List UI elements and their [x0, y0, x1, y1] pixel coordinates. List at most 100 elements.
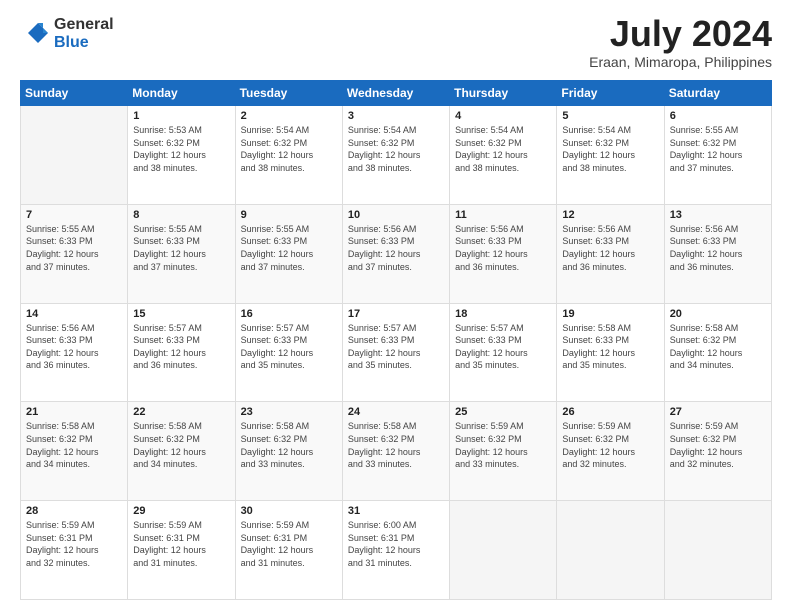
- calendar-cell: 27 Sunrise: 5:59 AM Sunset: 6:32 PM Dayli…: [664, 402, 771, 501]
- day-number: 24: [348, 406, 444, 418]
- calendar-cell: 13 Sunrise: 5:56 AM Sunset: 6:33 PM Dayli…: [664, 204, 771, 303]
- calendar-cell: 21 Sunrise: 5:58 AM Sunset: 6:32 PM Dayli…: [21, 402, 128, 501]
- calendar-cell: 15Sunrise: 5:57 AM Sunset: 6:33 PM Dayli…: [128, 303, 235, 402]
- header: General Blue July 2024 Eraan, Mimaropa, …: [20, 16, 772, 70]
- day-number: 12: [562, 209, 658, 221]
- logo-general: General: [54, 16, 114, 34]
- day-number: 6: [670, 110, 766, 122]
- calendar-header-monday: Monday: [128, 81, 235, 106]
- calendar-cell: 2 Sunrise: 5:54 AM Sunset: 6:32 PM Daylig…: [235, 106, 342, 205]
- day-number: 4: [455, 110, 551, 122]
- calendar-cell: 4Sunrise: 5:54 AM Sunset: 6:32 PM Daylig…: [450, 106, 557, 205]
- calendar-cell: 26 Sunrise: 5:59 AM Sunset: 6:32 PM Dayli…: [557, 402, 664, 501]
- calendar-cell: 5 Sunrise: 5:54 AM Sunset: 6:32 PM Daylig…: [557, 106, 664, 205]
- day-info: Sunrise: 6:00 AM Sunset: 6:31 PM Dayligh…: [348, 519, 444, 569]
- day-number: 13: [670, 209, 766, 221]
- calendar-cell: [664, 501, 771, 600]
- calendar-week-row: 21 Sunrise: 5:58 AM Sunset: 6:32 PM Dayli…: [21, 402, 772, 501]
- calendar-cell: 8 Sunrise: 5:55 AM Sunset: 6:33 PM Daylig…: [128, 204, 235, 303]
- day-number: 25: [455, 406, 551, 418]
- day-number: 27: [670, 406, 766, 418]
- day-info: Sunrise: 5:57 AM Sunset: 6:33 PM Dayligh…: [241, 322, 337, 372]
- day-info: Sunrise: 5:54 AM Sunset: 6:32 PM Dayligh…: [241, 124, 337, 174]
- day-number: 18: [455, 308, 551, 320]
- calendar-cell: 11Sunrise: 5:56 AM Sunset: 6:33 PM Dayli…: [450, 204, 557, 303]
- day-info: Sunrise: 5:58 AM Sunset: 6:33 PM Dayligh…: [562, 322, 658, 372]
- day-info: Sunrise: 5:56 AM Sunset: 6:33 PM Dayligh…: [348, 223, 444, 273]
- calendar-cell: [557, 501, 664, 600]
- logo: General Blue: [20, 16, 114, 51]
- calendar-cell: 19 Sunrise: 5:58 AM Sunset: 6:33 PM Dayli…: [557, 303, 664, 402]
- day-number: 26: [562, 406, 658, 418]
- calendar-cell: 31Sunrise: 6:00 AM Sunset: 6:31 PM Dayli…: [342, 501, 449, 600]
- calendar-cell: 7 Sunrise: 5:55 AM Sunset: 6:33 PM Daylig…: [21, 204, 128, 303]
- day-number: 5: [562, 110, 658, 122]
- title-location: Eraan, Mimaropa, Philippines: [589, 54, 772, 70]
- calendar-cell: 10 Sunrise: 5:56 AM Sunset: 6:33 PM Dayli…: [342, 204, 449, 303]
- day-info: Sunrise: 5:56 AM Sunset: 6:33 PM Dayligh…: [455, 223, 551, 273]
- day-number: 29: [133, 505, 229, 517]
- calendar-header-row: SundayMondayTuesdayWednesdayThursdayFrid…: [21, 81, 772, 106]
- calendar-cell: 20 Sunrise: 5:58 AM Sunset: 6:32 PM Dayli…: [664, 303, 771, 402]
- day-info: Sunrise: 5:55 AM Sunset: 6:33 PM Dayligh…: [241, 223, 337, 273]
- calendar-header-sunday: Sunday: [21, 81, 128, 106]
- calendar-week-row: 28 Sunrise: 5:59 AM Sunset: 6:31 PM Dayli…: [21, 501, 772, 600]
- day-info: Sunrise: 5:57 AM Sunset: 6:33 PM Dayligh…: [348, 322, 444, 372]
- day-info: Sunrise: 5:59 AM Sunset: 6:32 PM Dayligh…: [670, 420, 766, 470]
- calendar-cell: [450, 501, 557, 600]
- day-number: 16: [241, 308, 337, 320]
- calendar-cell: 3 Sunrise: 5:54 AM Sunset: 6:32 PM Daylig…: [342, 106, 449, 205]
- calendar-header-saturday: Saturday: [664, 81, 771, 106]
- calendar-cell: 29 Sunrise: 5:59 AM Sunset: 6:31 PM Dayli…: [128, 501, 235, 600]
- day-info: Sunrise: 5:55 AM Sunset: 6:33 PM Dayligh…: [26, 223, 122, 273]
- day-number: 14: [26, 308, 122, 320]
- day-number: 10: [348, 209, 444, 221]
- day-info: Sunrise: 5:55 AM Sunset: 6:32 PM Dayligh…: [670, 124, 766, 174]
- day-number: 28: [26, 505, 122, 517]
- day-info: Sunrise: 5:59 AM Sunset: 6:31 PM Dayligh…: [133, 519, 229, 569]
- calendar-header-thursday: Thursday: [450, 81, 557, 106]
- calendar-cell: 17Sunrise: 5:57 AM Sunset: 6:33 PM Dayli…: [342, 303, 449, 402]
- day-info: Sunrise: 5:55 AM Sunset: 6:33 PM Dayligh…: [133, 223, 229, 273]
- day-info: Sunrise: 5:56 AM Sunset: 6:33 PM Dayligh…: [562, 223, 658, 273]
- day-info: Sunrise: 5:59 AM Sunset: 6:32 PM Dayligh…: [455, 420, 551, 470]
- day-number: 7: [26, 209, 122, 221]
- day-info: Sunrise: 5:58 AM Sunset: 6:32 PM Dayligh…: [26, 420, 122, 470]
- calendar-cell: 14 Sunrise: 5:56 AM Sunset: 6:33 PM Dayli…: [21, 303, 128, 402]
- day-number: 23: [241, 406, 337, 418]
- day-number: 2: [241, 110, 337, 122]
- calendar-week-row: 14 Sunrise: 5:56 AM Sunset: 6:33 PM Dayli…: [21, 303, 772, 402]
- calendar-cell: 12 Sunrise: 5:56 AM Sunset: 6:33 PM Dayli…: [557, 204, 664, 303]
- day-number: 9: [241, 209, 337, 221]
- day-info: Sunrise: 5:56 AM Sunset: 6:33 PM Dayligh…: [670, 223, 766, 273]
- calendar-cell: 23Sunrise: 5:58 AM Sunset: 6:32 PM Dayli…: [235, 402, 342, 501]
- day-info: Sunrise: 5:54 AM Sunset: 6:32 PM Dayligh…: [348, 124, 444, 174]
- day-number: 1: [133, 110, 229, 122]
- day-info: Sunrise: 5:59 AM Sunset: 6:31 PM Dayligh…: [26, 519, 122, 569]
- day-info: Sunrise: 5:59 AM Sunset: 6:32 PM Dayligh…: [562, 420, 658, 470]
- day-number: 15: [133, 308, 229, 320]
- day-number: 30: [241, 505, 337, 517]
- day-info: Sunrise: 5:58 AM Sunset: 6:32 PM Dayligh…: [348, 420, 444, 470]
- calendar-cell: 30Sunrise: 5:59 AM Sunset: 6:31 PM Dayli…: [235, 501, 342, 600]
- day-info: Sunrise: 5:56 AM Sunset: 6:33 PM Dayligh…: [26, 322, 122, 372]
- day-info: Sunrise: 5:54 AM Sunset: 6:32 PM Dayligh…: [562, 124, 658, 174]
- calendar-table: SundayMondayTuesdayWednesdayThursdayFrid…: [20, 80, 772, 600]
- calendar-cell: 28 Sunrise: 5:59 AM Sunset: 6:31 PM Dayli…: [21, 501, 128, 600]
- calendar-header-friday: Friday: [557, 81, 664, 106]
- day-number: 8: [133, 209, 229, 221]
- day-number: 20: [670, 308, 766, 320]
- calendar-header-wednesday: Wednesday: [342, 81, 449, 106]
- day-number: 3: [348, 110, 444, 122]
- calendar-header-tuesday: Tuesday: [235, 81, 342, 106]
- day-number: 21: [26, 406, 122, 418]
- calendar-cell: 18Sunrise: 5:57 AM Sunset: 6:33 PM Dayli…: [450, 303, 557, 402]
- page: General Blue July 2024 Eraan, Mimaropa, …: [0, 0, 792, 612]
- calendar-cell: 1Sunrise: 5:53 AM Sunset: 6:32 PM Daylig…: [128, 106, 235, 205]
- day-info: Sunrise: 5:58 AM Sunset: 6:32 PM Dayligh…: [670, 322, 766, 372]
- day-info: Sunrise: 5:58 AM Sunset: 6:32 PM Dayligh…: [133, 420, 229, 470]
- calendar-cell: 24 Sunrise: 5:58 AM Sunset: 6:32 PM Dayli…: [342, 402, 449, 501]
- calendar-week-row: 1Sunrise: 5:53 AM Sunset: 6:32 PM Daylig…: [21, 106, 772, 205]
- day-number: 22: [133, 406, 229, 418]
- day-number: 19: [562, 308, 658, 320]
